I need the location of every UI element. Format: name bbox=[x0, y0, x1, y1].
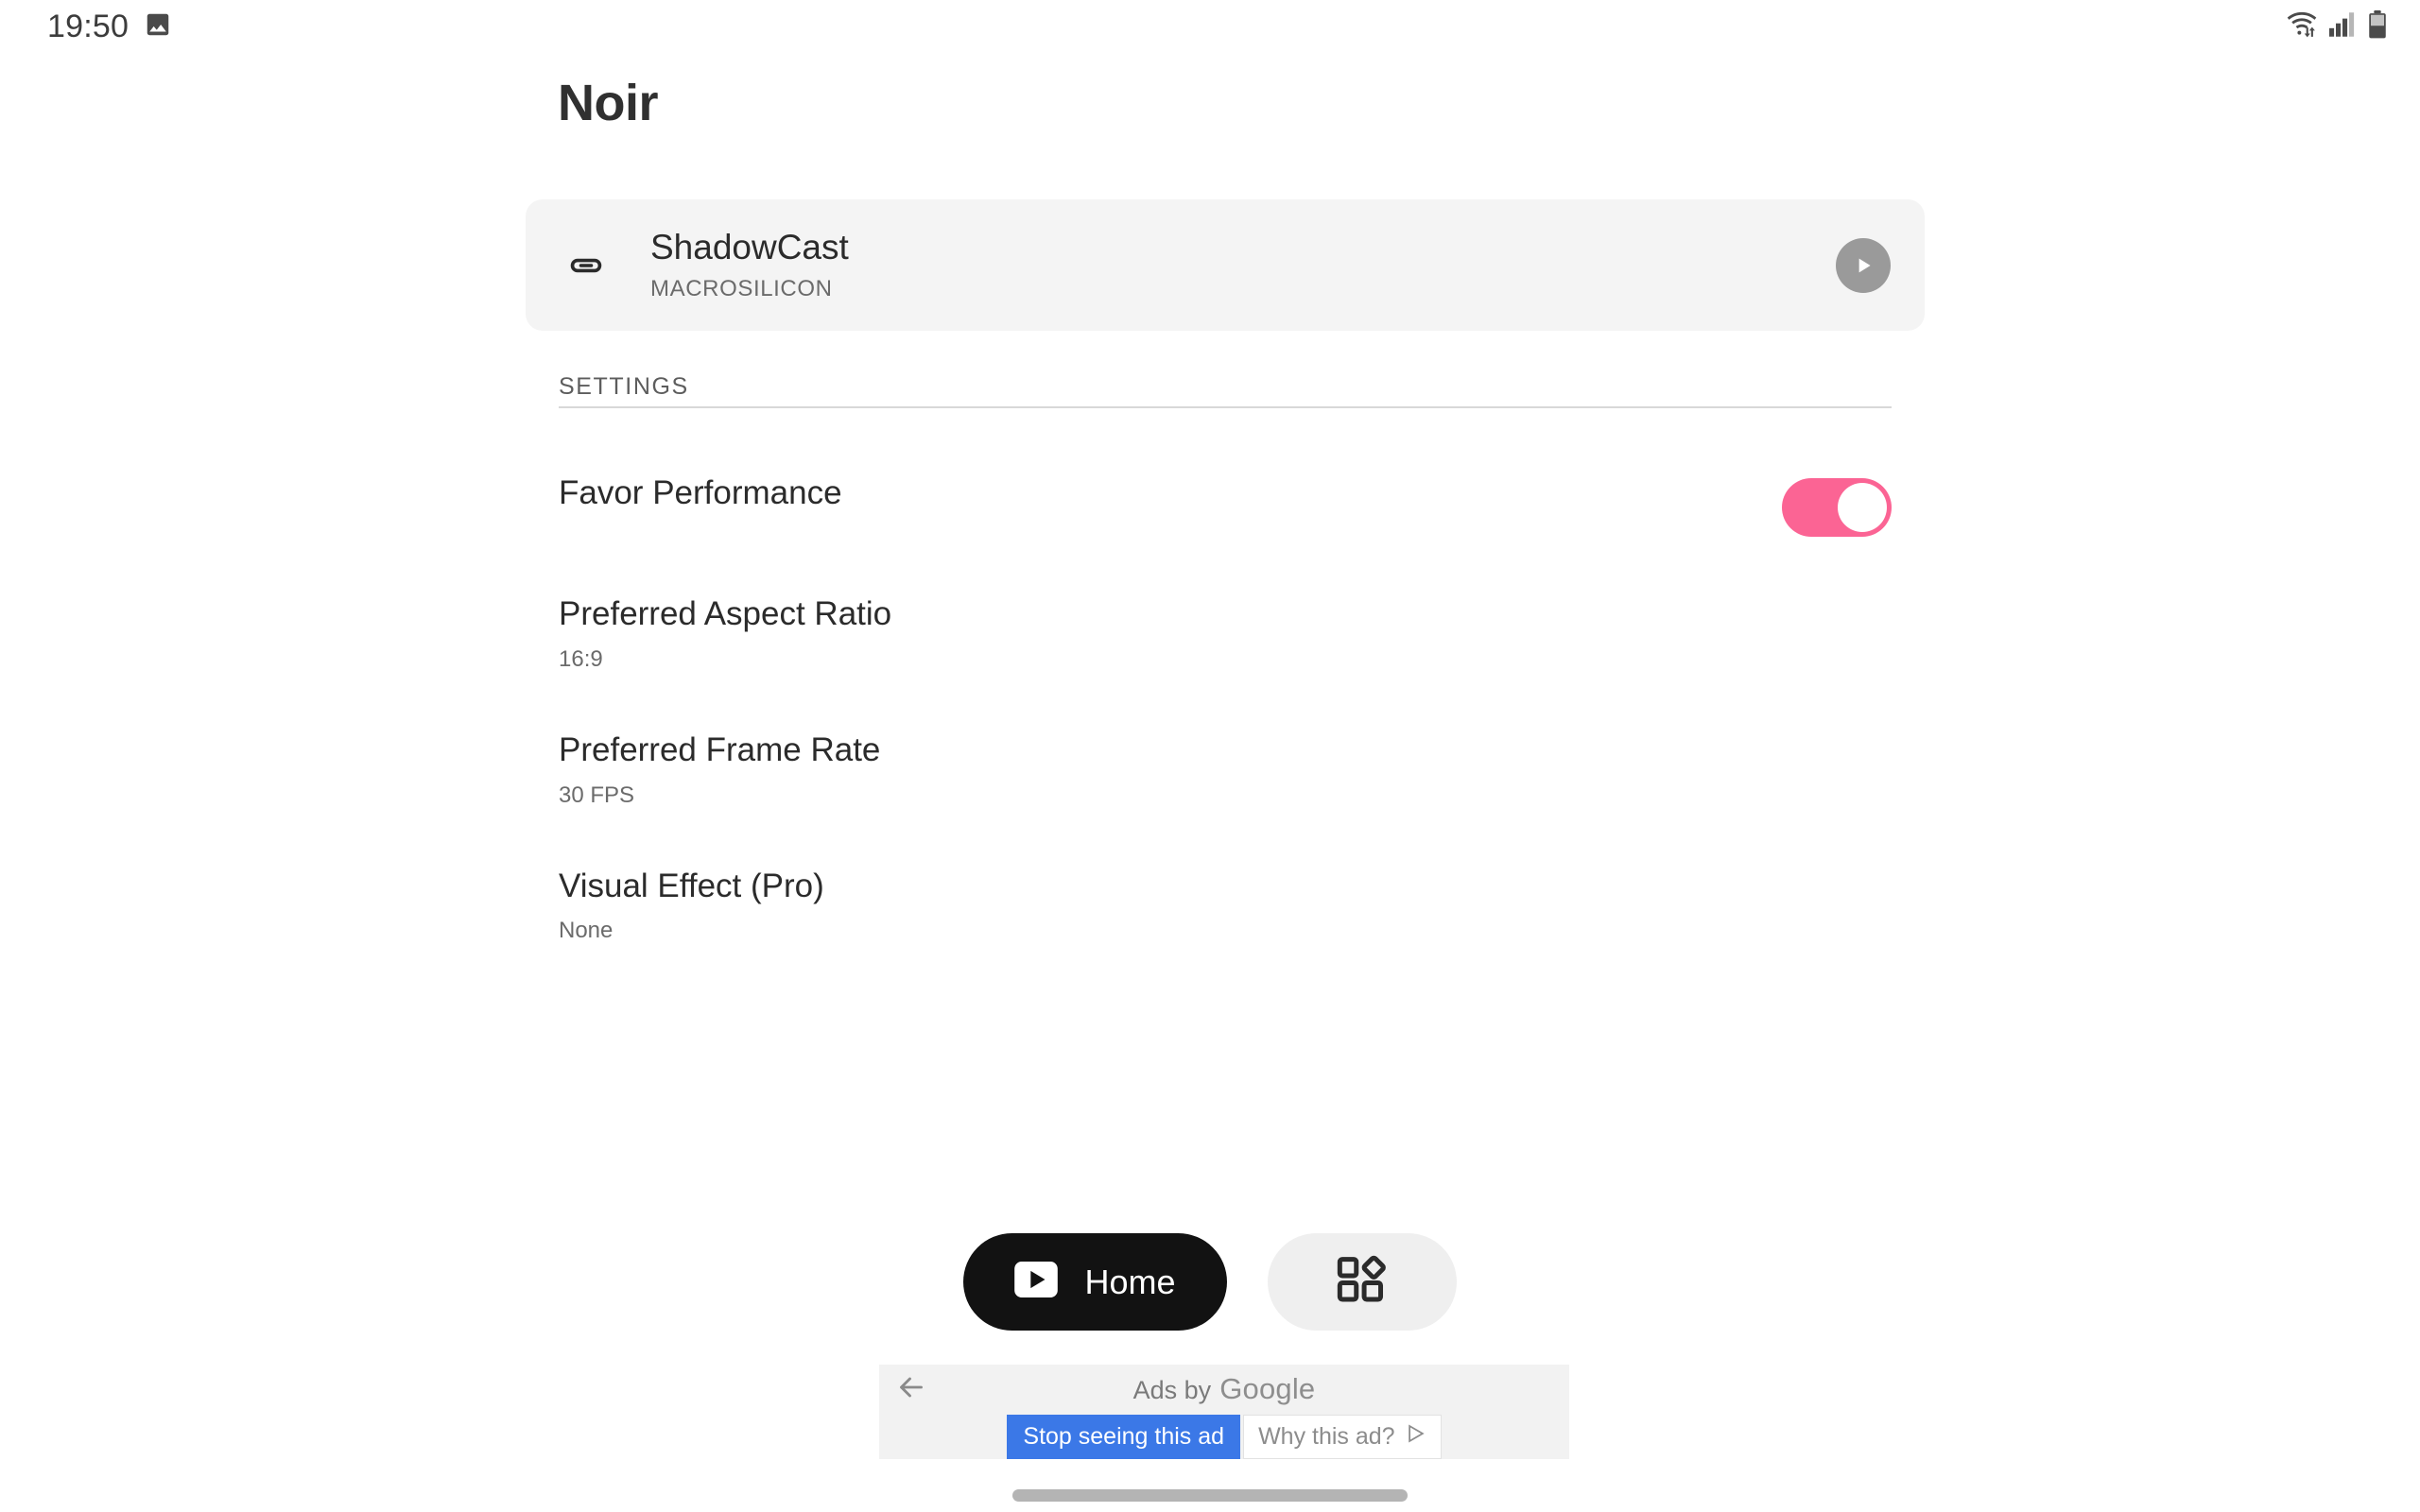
app-screen: 19:50 Noir ShadowCast MACROSILICON SETTI… bbox=[0, 0, 2420, 1512]
status-bar-right bbox=[2286, 9, 2388, 43]
device-info: ShadowCast MACROSILICON bbox=[650, 228, 1836, 302]
status-bar: 19:50 bbox=[0, 0, 2420, 53]
screenshot-image-icon bbox=[144, 10, 172, 43]
status-bar-left: 19:50 bbox=[47, 9, 172, 45]
setting-value: 16:9 bbox=[559, 645, 603, 672]
settings-section-label: SETTINGS bbox=[559, 373, 689, 400]
device-card[interactable]: ShadowCast MACROSILICON bbox=[526, 199, 1925, 331]
setting-row-preferred-frame-rate[interactable]: Preferred Frame Rate 30 FPS bbox=[559, 730, 1892, 809]
play-icon bbox=[1858, 258, 1871, 272]
google-wordmark: Google bbox=[1219, 1372, 1316, 1405]
settings-divider bbox=[559, 406, 1892, 408]
usb-c-port-icon bbox=[563, 243, 609, 288]
page-title: Noir bbox=[558, 75, 659, 131]
setting-text-group: Favor Performance bbox=[559, 472, 842, 514]
device-name: ShadowCast bbox=[650, 228, 849, 267]
settings-list: Favor Performance Preferred Aspect Ratio… bbox=[559, 472, 1892, 944]
stop-seeing-ad-button[interactable]: Stop seeing this ad bbox=[1007, 1415, 1241, 1459]
setting-label: Preferred Aspect Ratio bbox=[559, 595, 892, 632]
setting-text-group: Preferred Aspect Ratio 16:9 bbox=[559, 593, 891, 673]
home-indicator[interactable] bbox=[1012, 1489, 1408, 1502]
nav-home-label: Home bbox=[1084, 1262, 1176, 1301]
setting-row-visual-effect[interactable]: Visual Effect (Pro) None bbox=[559, 866, 1892, 945]
ad-actions: Stop seeing this ad Why this ad? bbox=[879, 1415, 1569, 1459]
wifi-icon bbox=[2286, 10, 2318, 43]
setting-label: Visual Effect (Pro) bbox=[559, 867, 824, 904]
why-this-ad-button[interactable]: Why this ad? bbox=[1243, 1415, 1442, 1459]
nav-apps-button[interactable] bbox=[1267, 1233, 1457, 1331]
setting-label: Preferred Frame Rate bbox=[559, 730, 881, 768]
setting-value: 30 FPS bbox=[559, 782, 635, 808]
bottom-navigation: Home bbox=[0, 1233, 2420, 1331]
device-manufacturer: MACROSILICON bbox=[650, 275, 833, 301]
setting-text-group: Preferred Frame Rate 30 FPS bbox=[559, 730, 880, 809]
setting-row-favor-performance[interactable]: Favor Performance bbox=[559, 472, 1892, 537]
setting-row-preferred-aspect-ratio[interactable]: Preferred Aspect Ratio 16:9 bbox=[559, 593, 1892, 673]
device-play-button[interactable] bbox=[1836, 237, 1891, 293]
play-rect-icon bbox=[1014, 1262, 1059, 1302]
apps-grid-icon bbox=[1337, 1255, 1388, 1309]
cellular-signal-icon bbox=[2329, 11, 2356, 42]
toggle-knob bbox=[1838, 483, 1887, 532]
ad-header: Ads by Google bbox=[879, 1365, 1569, 1412]
setting-text-group: Visual Effect (Pro) None bbox=[559, 866, 824, 945]
adchoices-icon bbox=[1406, 1423, 1426, 1451]
ads-by-google-label: Ads by Google bbox=[879, 1372, 1569, 1406]
ad-panel: Ads by Google Stop seeing this ad Why th… bbox=[879, 1365, 1569, 1459]
favor-performance-toggle[interactable] bbox=[1782, 478, 1892, 537]
why-this-ad-label: Why this ad? bbox=[1258, 1423, 1395, 1450]
ads-by-text: Ads by bbox=[1132, 1376, 1212, 1404]
battery-icon bbox=[2367, 9, 2388, 43]
nav-home-button[interactable]: Home bbox=[963, 1233, 1227, 1331]
setting-value: None bbox=[559, 918, 614, 944]
status-clock: 19:50 bbox=[47, 8, 130, 44]
setting-label: Favor Performance bbox=[559, 474, 842, 511]
